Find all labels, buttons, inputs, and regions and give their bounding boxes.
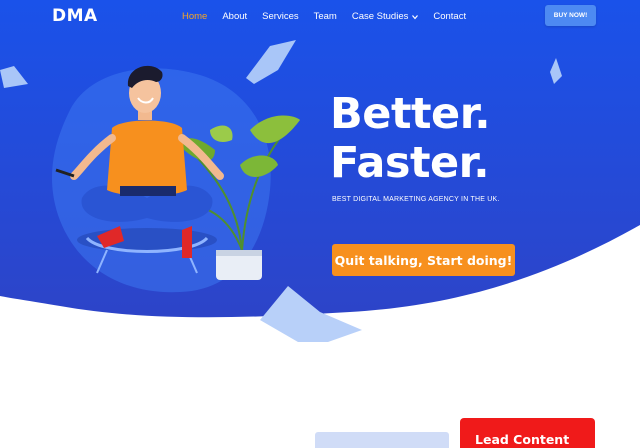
buy-now-button[interactable]: BUY NOW! bbox=[545, 5, 596, 26]
nav-item-contact[interactable]: Contact bbox=[433, 11, 466, 22]
nav-item-label: Team bbox=[313, 11, 337, 22]
paper-sheet-icon bbox=[260, 286, 362, 342]
paper-sheet-icon bbox=[0, 66, 28, 88]
nav-item-label: Home bbox=[182, 11, 208, 22]
lead-content-card[interactable]: Lead Content bbox=[460, 418, 595, 448]
paper-sheet-icon bbox=[550, 58, 562, 84]
chevron-down-icon bbox=[412, 14, 419, 19]
paper-sheet-icon bbox=[246, 40, 296, 84]
nav-item-label: Contact bbox=[433, 11, 467, 22]
nav-item-home[interactable]: Home bbox=[182, 11, 207, 22]
meditating-man-illustration bbox=[55, 65, 224, 274]
nav-item-label: Services bbox=[262, 11, 299, 22]
nav-item-about[interactable]: About bbox=[222, 11, 247, 22]
lead-content-title: Lead Content bbox=[475, 432, 570, 447]
content-card bbox=[315, 432, 449, 448]
brand-logo[interactable]: DMA bbox=[52, 6, 98, 26]
nav-item-services[interactable]: Services bbox=[262, 11, 298, 22]
cta-button[interactable]: Quit talking, Start doing! bbox=[332, 244, 515, 276]
hero-headline: Better. Faster. bbox=[330, 89, 491, 188]
hero-tagline: BEST DIGITAL MARKETING AGENCY IN THE UK. bbox=[332, 196, 500, 203]
headline-line-2: Faster. bbox=[330, 138, 490, 188]
main-nav: Home About Services Team Case Studies Co… bbox=[182, 11, 481, 22]
headline-line-1: Better. bbox=[330, 89, 491, 139]
nav-item-team[interactable]: Team bbox=[314, 11, 337, 22]
nav-item-label: About bbox=[222, 11, 248, 22]
nav-item-label: Case Studies bbox=[351, 11, 409, 22]
hero-section: DMA Home About Services Team Case Studie… bbox=[0, 0, 640, 448]
nav-item-case-studies[interactable]: Case Studies bbox=[352, 11, 419, 22]
